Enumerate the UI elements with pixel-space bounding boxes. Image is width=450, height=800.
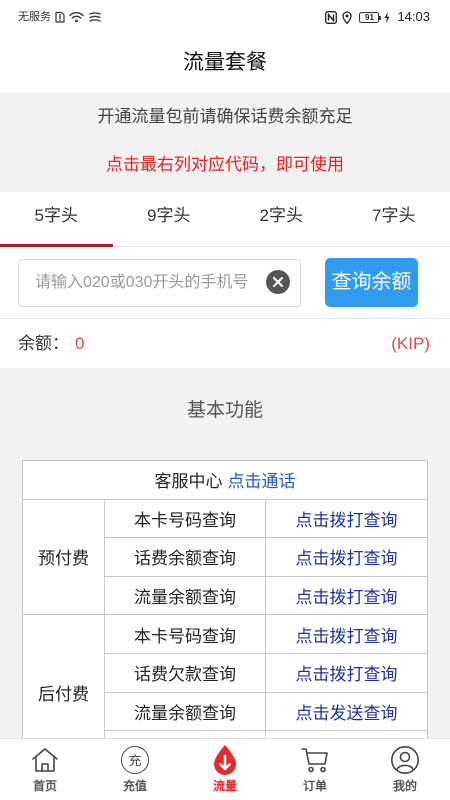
phone-number-input[interactable]: [19, 260, 259, 306]
nav-recharge-label: 充值: [122, 779, 147, 793]
notice-usage-hint: 点击最右列对应代码，即可使用: [106, 155, 344, 174]
query-action-link[interactable]: 点击拨打查询: [264, 614, 429, 654]
profile-icon: [391, 746, 419, 774]
notice-balance-hint: 开通流量包前请确保话费余额充足: [97, 107, 353, 126]
query-balance-button[interactable]: 查询余额: [325, 258, 418, 307]
query-item: 流量余额查询: [104, 575, 266, 616]
query-action-link[interactable]: 点击拨打查询: [264, 575, 429, 616]
battery-level: 91: [365, 12, 374, 22]
recharge-icon: 充: [121, 746, 149, 774]
table-row: 预付费 本卡号码查询 点击拨打查询: [22, 498, 429, 616]
tab-7-prefix[interactable]: 7字头: [338, 192, 450, 246]
nav-orders-label: 订单: [302, 779, 327, 793]
tab-2-prefix[interactable]: 2字头: [225, 192, 338, 246]
nav-profile-label: 我的: [392, 779, 417, 793]
status-right: 91 14:03: [325, 9, 430, 25]
network-signal-icon: [89, 12, 101, 22]
customer-service-cell: 客服中心 点击通话: [21, 460, 429, 500]
query-item: 话费欠款查询: [104, 652, 266, 693]
balance-value: 0: [75, 334, 85, 353]
clock: 14:03: [397, 9, 430, 24]
nav-data-label: 流量: [212, 779, 237, 793]
nav-profile[interactable]: 我的: [360, 739, 450, 800]
notice-banner: 开通流量包前请确保话费余额充足 点击最右列对应代码，即可使用: [0, 92, 450, 192]
nav-orders[interactable]: 订单: [270, 739, 360, 800]
group-label-prepaid: 预付费: [22, 498, 105, 616]
wifi-icon: [69, 12, 84, 23]
data-drop-icon: [214, 745, 236, 775]
cart-icon: [301, 748, 328, 773]
bottom-nav: 首页 充 充值 流量 订单 我的: [0, 738, 450, 800]
query-item: 流量余额查询: [104, 691, 266, 732]
status-left: 无服务: [18, 10, 102, 24]
query-action-link[interactable]: 点击拨打查询: [264, 537, 429, 577]
battery-icon: 91: [359, 11, 382, 23]
location-icon: [342, 10, 353, 24]
tab-9-prefix[interactable]: 9字头: [113, 192, 226, 246]
query-action-link[interactable]: 点击拨打查询: [264, 498, 429, 539]
query-item: 话费余额查询: [104, 537, 266, 577]
search-row: 查询余额: [0, 247, 450, 319]
balance-row: 余额： 0 (KIP): [0, 319, 450, 368]
nfc-icon: [325, 10, 338, 24]
phone-search-box: [18, 259, 301, 307]
clear-icon[interactable]: [266, 270, 290, 294]
sim-alert-icon: [55, 11, 65, 23]
main-content: 基本功能 客服中心 点击通话 预付费 本卡号码查询 点击拨打查询 话费余额查询 点…: [0, 368, 450, 800]
balance-label: 余额：: [18, 334, 69, 353]
tab-5-prefix[interactable]: 5字头: [0, 192, 113, 247]
query-action-link[interactable]: 点击拨打查询: [264, 652, 429, 693]
recharge-icon-glyph: 充: [128, 752, 142, 768]
status-bar: 无服务 91 14:03: [0, 0, 450, 34]
nav-data[interactable]: 流量: [180, 739, 270, 800]
nav-home[interactable]: 首页: [0, 739, 90, 800]
query-item: 本卡号码查询: [104, 614, 266, 654]
page-title: 流量套餐: [183, 51, 267, 74]
nav-recharge[interactable]: 充 充值: [90, 739, 180, 800]
query-action-link[interactable]: 点击发送查询: [264, 691, 429, 732]
service-table: 客服中心 点击通话 预付费 本卡号码查询 点击拨打查询 话费余额查询 点击拨打查询…: [21, 460, 429, 770]
query-item: 本卡号码查询: [104, 498, 266, 539]
home-icon: [32, 748, 58, 772]
charging-icon: [384, 11, 390, 23]
prefix-tabs: 5字头 9字头 2字头 7字头: [0, 192, 450, 247]
header: 流量套餐: [0, 34, 450, 92]
table-row: 后付费 本卡号码查询 点击拨打查询: [22, 614, 429, 770]
table-row: 客服中心 点击通话: [21, 460, 429, 500]
carrier-label: 无服务: [18, 11, 51, 23]
customer-service-label: 客服中心: [154, 472, 223, 492]
nav-home-label: 首页: [32, 779, 57, 793]
call-link[interactable]: 点击通话: [228, 472, 296, 491]
section-title: 基本功能: [186, 400, 263, 421]
balance-unit: (KIP): [391, 334, 430, 353]
